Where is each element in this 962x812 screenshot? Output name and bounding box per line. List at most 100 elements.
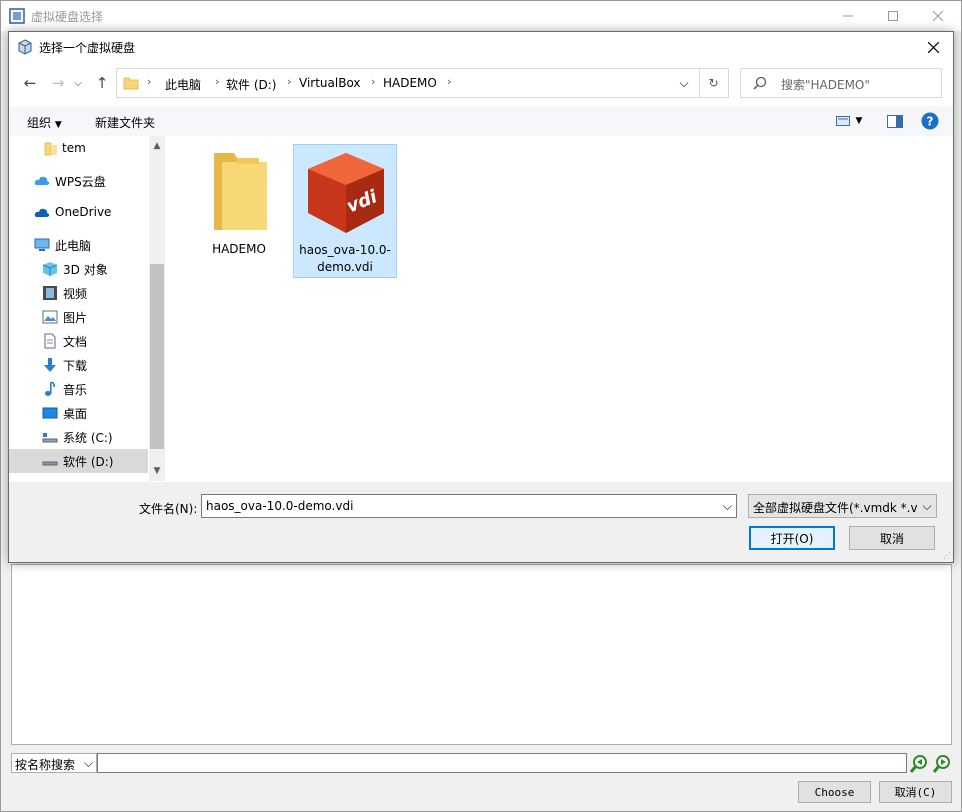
nav-item-3d-objects[interactable]: 3D 对象: [9, 257, 148, 281]
choose-button[interactable]: Choose: [798, 781, 871, 803]
bg-close-button[interactable]: [915, 1, 961, 31]
close-icon: [927, 41, 939, 53]
documents-icon: [44, 333, 56, 349]
view-icon: [835, 116, 850, 126]
file-item-name: haos_ova-10.0- demo.vdi: [294, 242, 396, 276]
nav-item-label: 音乐: [63, 383, 88, 397]
breadcrumb-this-pc[interactable]: 此电脑: [165, 76, 201, 93]
search-mode-select[interactable]: 按名称搜索 ⌵: [11, 753, 97, 773]
nav-item-label: 下载: [63, 359, 88, 373]
file-list[interactable]: HADEMO vdi haos_ova-10.0- demo.vdi: [166, 136, 953, 481]
nav-item-onedrive[interactable]: OneDrive: [9, 201, 148, 225]
disk-list[interactable]: [11, 564, 952, 745]
nav-item-documents[interactable]: 文档: [9, 329, 148, 353]
breadcrumb-separator-icon: ›: [447, 75, 452, 88]
chevron-down-icon[interactable]: ⌵: [723, 499, 732, 514]
nav-item-desktop[interactable]: 桌面: [9, 401, 148, 425]
filename-input[interactable]: haos_ova-10.0-demo.vdi ⌵: [201, 494, 737, 518]
caret-down-icon: ▼: [855, 116, 863, 126]
nav-item-pictures[interactable]: 图片: [9, 305, 148, 329]
search-placeholder: 搜索"HADEMO": [781, 78, 870, 92]
search-mode-value: 按名称搜索: [15, 758, 76, 772]
3d-objects-icon: [42, 262, 58, 276]
desktop-icon: [42, 407, 58, 419]
nav-item-label: WPS云盘: [55, 175, 106, 189]
breadcrumb-drive-d[interactable]: 软件 (D:): [226, 76, 276, 93]
up-button[interactable]: ↑: [91, 72, 113, 94]
file-item-hademo-folder[interactable]: HADEMO: [187, 144, 291, 278]
chevron-down-icon: ⌵: [74, 77, 82, 89]
breadcrumb-virtualbox[interactable]: VirtualBox: [299, 76, 361, 90]
recent-locations-button[interactable]: ⌵: [71, 72, 85, 94]
nav-item-label: 系统 (C:): [63, 431, 113, 445]
nav-item-drive-c[interactable]: 系统 (C:): [9, 425, 148, 449]
bg-window-title: 虚拟硬盘选择: [31, 10, 104, 24]
nav-item-tem[interactable]: tem: [9, 137, 148, 161]
folder-icon: [44, 142, 57, 156]
file-item-name: HADEMO: [212, 242, 266, 256]
drive-c-icon: [42, 433, 58, 443]
breadcrumb-separator-icon: ›: [287, 75, 292, 88]
chevron-down-icon: ⌵: [83, 756, 93, 770]
view-options-button[interactable]: ▼: [831, 111, 867, 131]
chevron-down-icon: ⌵: [679, 75, 689, 90]
search-prev-icon[interactable]: [909, 754, 929, 774]
breadcrumb-hademo[interactable]: HADEMO: [383, 76, 437, 90]
search-next-icon[interactable]: [932, 754, 952, 774]
nav-item-label: 3D 对象: [63, 263, 108, 277]
preview-pane-icon: [887, 114, 903, 128]
pictures-icon: [42, 310, 58, 324]
breadcrumb-separator-icon: ›: [215, 75, 220, 88]
address-bar[interactable]: › 此电脑 › 软件 (D:) › VirtualBox › HADEMO › …: [116, 68, 700, 98]
scroll-thumb[interactable]: [150, 264, 164, 449]
minimize-icon: [843, 15, 853, 17]
drive-d-icon: [42, 461, 58, 466]
help-button[interactable]: ?: [920, 111, 940, 131]
bg-cancel-button[interactable]: 取消(C): [879, 781, 952, 803]
scroll-down-icon[interactable]: ▼: [149, 463, 165, 479]
refresh-button[interactable]: ↻: [699, 68, 729, 98]
nav-item-music[interactable]: 音乐: [9, 377, 148, 401]
search-icon: [753, 76, 767, 90]
filename-label: 文件名(N):: [139, 502, 198, 516]
caret-down-icon: ▼: [54, 120, 62, 130]
video-icon: [43, 286, 57, 300]
navigation-scrollbar[interactable]: ▲ ▼: [149, 136, 165, 481]
vdi-disk-icon: vdi: [308, 153, 384, 233]
bg-search-input[interactable]: [97, 753, 907, 773]
nav-item-label: 文档: [63, 335, 88, 349]
nav-item-downloads[interactable]: 下载: [9, 353, 148, 377]
preview-pane-button[interactable]: [885, 111, 905, 131]
organize-menu[interactable]: 组织 ▼: [27, 114, 62, 131]
dialog-close-button[interactable]: [913, 32, 953, 62]
nav-item-this-pc[interactable]: 此电脑: [9, 233, 148, 257]
resize-grip-icon[interactable]: ⋰: [943, 551, 951, 560]
new-folder-button[interactable]: 新建文件夹: [95, 114, 155, 131]
help-icon: ?: [921, 112, 939, 130]
maximize-button[interactable]: [870, 1, 916, 31]
arrow-up-icon: ↑: [95, 74, 109, 92]
navigation-pane[interactable]: tem WPS云盘 OneDrive 此电脑 3D 对象 视频 图片 文档 下载…: [9, 136, 165, 481]
dialog-footer: 文件名(N): haos_ova-10.0-demo.vdi ⌵ 全部虚拟硬盘文…: [9, 482, 953, 562]
nav-item-label: 此电脑: [55, 239, 92, 253]
scroll-up-icon[interactable]: ▲: [149, 138, 165, 154]
nav-item-drive-d[interactable]: 软件 (D:): [9, 449, 148, 473]
dialog-cancel-button[interactable]: 取消: [849, 526, 935, 550]
filetype-select[interactable]: 全部虚拟硬盘文件(*.vmdk *.vdi *.vhd) ⌵: [748, 494, 937, 518]
file-item-haos-vdi[interactable]: vdi haos_ova-10.0- demo.vdi: [293, 144, 397, 278]
nav-item-label: tem: [62, 141, 86, 155]
arrow-right-icon: →: [51, 74, 65, 92]
back-button[interactable]: ←: [19, 72, 41, 94]
open-button[interactable]: 打开(O): [749, 526, 835, 550]
minimize-button[interactable]: [825, 1, 871, 31]
dialog-title: 选择一个虚拟硬盘: [39, 41, 136, 55]
chevron-down-icon: ⌵: [918, 495, 936, 517]
filename-value: haos_ova-10.0-demo.vdi: [206, 499, 354, 513]
address-dropdown-button[interactable]: ⌵: [669, 69, 699, 97]
virtualbox-cube-icon: [18, 39, 32, 55]
nav-item-videos[interactable]: 视频: [9, 281, 148, 305]
nav-item-wps-cloud[interactable]: WPS云盘: [9, 169, 148, 193]
search-box[interactable]: 搜索"HADEMO": [740, 68, 942, 98]
download-icon: [44, 358, 56, 372]
forward-button[interactable]: →: [47, 72, 69, 94]
